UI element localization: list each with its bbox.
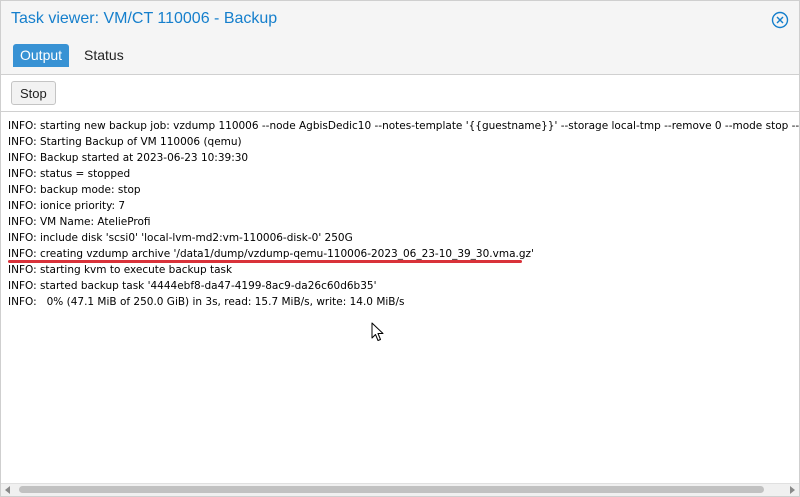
window-title: Task viewer: VM/CT 110006 - Backup — [11, 10, 278, 27]
log-line: INFO: Starting Backup of VM 110006 (qemu… — [8, 136, 242, 148]
title-bar: Task viewer: VM/CT 110006 - Backup — [1, 1, 799, 39]
scrollbar-thumb[interactable] — [19, 486, 764, 493]
log-line: INFO: starting kvm to execute backup tas… — [8, 264, 233, 276]
mouse-pointer-icon — [371, 322, 384, 341]
task-viewer-window: Task viewer: VM/CT 110006 - Backup Outpu… — [0, 0, 800, 497]
toolbar: Stop — [1, 75, 799, 112]
log-line: INFO: starting new backup job: vzdump 11… — [8, 120, 799, 132]
tab-bar: Output Status — [1, 39, 799, 76]
stop-button[interactable]: Stop — [11, 81, 56, 105]
tab-status[interactable]: Status — [77, 44, 131, 67]
log-line: INFO: ionice priority: 7 — [8, 200, 126, 212]
log-output[interactable]: INFO: starting new backup job: vzdump 11… — [1, 112, 799, 484]
red-underline-annotation — [8, 260, 522, 263]
log-line: INFO: include disk 'scsi0' 'local-lvm-md… — [8, 232, 353, 244]
log-line: INFO: backup mode: stop — [8, 184, 141, 196]
log-line: INFO: 0% (47.1 MiB of 250.0 GiB) in 3s, … — [8, 296, 405, 308]
log-line: INFO: Backup started at 2023-06-23 10:39… — [8, 152, 249, 164]
close-icon[interactable] — [771, 11, 789, 29]
tab-output[interactable]: Output — [13, 44, 70, 67]
log-line: INFO: status = stopped — [8, 168, 131, 180]
output-panel: Stop INFO: starting new backup job: vzdu… — [1, 74, 799, 496]
log-line: INFO: VM Name: AtelieProfi — [8, 216, 151, 228]
horizontal-scrollbar[interactable] — [1, 483, 799, 496]
scroll-right-arrow-icon[interactable] — [790, 486, 795, 494]
log-line: INFO: started backup task '4444ebf8-da47… — [8, 280, 377, 292]
scroll-left-arrow-icon[interactable] — [5, 486, 10, 494]
